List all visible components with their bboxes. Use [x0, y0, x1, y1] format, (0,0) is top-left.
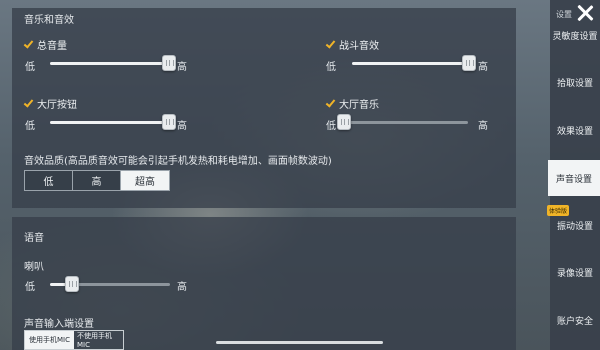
- mic-input-label: 声音输入端设置: [24, 319, 94, 330]
- lobby-music-label: 大厅音乐: [339, 100, 379, 111]
- lobby-music-thumb[interactable]: [337, 114, 351, 130]
- speaker-thumb[interactable]: [65, 276, 79, 292]
- home-indicator: [216, 341, 383, 344]
- combat-sfx-slider[interactable]: [352, 62, 472, 65]
- combat-sfx-low: 低: [326, 62, 336, 73]
- mic-option-use[interactable]: 使用手机MIC: [25, 331, 74, 349]
- quality-option-high[interactable]: 高: [73, 171, 121, 190]
- lobby-music-checkbox[interactable]: 大厅音乐: [326, 96, 379, 111]
- speaker-low: 低: [25, 282, 35, 293]
- checkbox-check-icon: [326, 99, 335, 108]
- sidebar-item-recording[interactable]: 录像设置: [550, 257, 600, 287]
- sound-section-title: 音乐和音效: [24, 15, 74, 26]
- combat-sfx-high: 高: [478, 62, 488, 73]
- sound-quality-selector: 低 高 超高: [24, 170, 170, 191]
- master-volume-checkbox[interactable]: 总音量: [24, 37, 67, 52]
- voice-section-title: 语音: [24, 233, 44, 244]
- master-volume-high: 高: [177, 62, 187, 73]
- lobby-button-label: 大厅按钮: [37, 100, 77, 111]
- beta-badge: 体验版: [547, 205, 570, 216]
- speaker-label: 喇叭: [24, 262, 44, 273]
- sidebar-item-effects[interactable]: 效果设置: [550, 115, 600, 145]
- master-volume-slider[interactable]: [50, 62, 170, 65]
- master-volume-label: 总音量: [37, 41, 67, 52]
- lobby-button-slider[interactable]: [50, 121, 170, 124]
- checkbox-check-icon: [326, 40, 335, 49]
- combat-sfx-checkbox[interactable]: 战斗音效: [326, 37, 379, 52]
- settings-sidebar: 设置 灵敏度设置 拾取设置 效果设置 声音设置 振动设置 录像设置 账户安全: [548, 0, 600, 350]
- mic-option-disable[interactable]: 不使用手机MIC: [74, 331, 123, 349]
- lobby-button-high: 高: [177, 121, 187, 132]
- checkbox-check-icon: [24, 99, 33, 108]
- combat-sfx-thumb[interactable]: [462, 55, 476, 71]
- sidebar-item-sensitivity[interactable]: 灵敏度设置: [550, 20, 600, 50]
- sidebar-item-sound[interactable]: 声音设置: [548, 160, 600, 196]
- sound-quality-label: 音效品质(高品质音效可能会引起手机发热和耗电增加、画面帧数波动): [24, 156, 332, 167]
- combat-sfx-label: 战斗音效: [339, 41, 379, 52]
- lobby-music-high: 高: [478, 121, 488, 132]
- quality-option-ultra[interactable]: 超高: [121, 171, 169, 190]
- lobby-music-low: 低: [326, 121, 336, 132]
- quality-option-low[interactable]: 低: [25, 171, 73, 190]
- sidebar-item-pickup[interactable]: 拾取设置: [550, 67, 600, 97]
- sidebar-header-label: 设置: [556, 10, 572, 19]
- checkbox-check-icon: [24, 40, 33, 49]
- lobby-button-thumb[interactable]: [162, 114, 176, 130]
- speaker-high: 高: [177, 282, 187, 293]
- lobby-button-checkbox[interactable]: 大厅按钮: [24, 96, 77, 111]
- master-volume-thumb[interactable]: [162, 55, 176, 71]
- speaker-slider[interactable]: [72, 283, 170, 286]
- mic-input-selector: 使用手机MIC 不使用手机MIC: [24, 330, 124, 350]
- lobby-music-slider[interactable]: [340, 121, 468, 124]
- master-volume-low: 低: [25, 62, 35, 73]
- lobby-button-low: 低: [25, 121, 35, 132]
- sidebar-item-account[interactable]: 账户安全: [550, 305, 600, 335]
